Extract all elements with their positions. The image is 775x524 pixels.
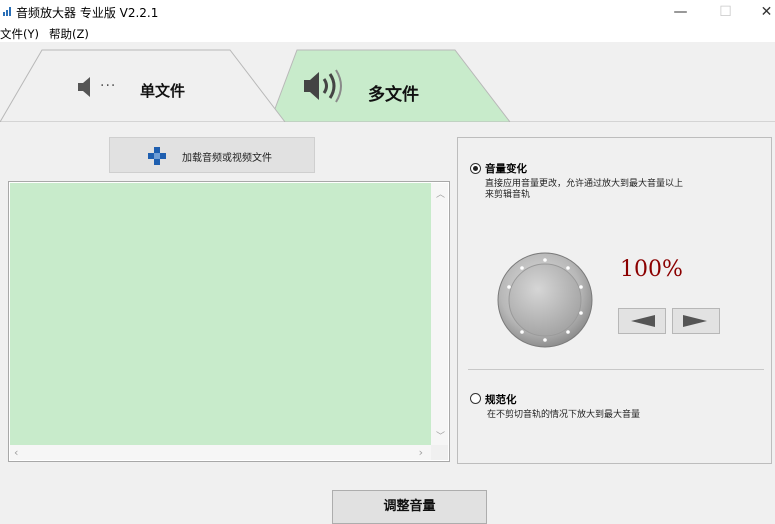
file-list[interactable]: ︿ ﹀ ‹ › <box>8 181 450 462</box>
vertical-scrollbar[interactable]: ︿ ﹀ <box>431 183 448 446</box>
horizontal-scrollbar[interactable]: ‹ › <box>10 445 431 460</box>
menu-bar: 文件(Y) 帮助(Z) <box>0 24 775 42</box>
adjust-volume-button[interactable]: 调整音量 <box>332 490 487 524</box>
window-title: 音频放大器 专业版 V2.2.1 <box>16 6 159 20</box>
normalize-desc: 在不剪切音轨的情况下放大到最大音量 <box>487 410 641 420</box>
volume-percent: 100% <box>620 257 683 282</box>
ellipsis-dots: ··· <box>100 78 117 94</box>
tab-multi-file[interactable]: 多文件 <box>368 80 419 105</box>
volume-change-desc-2: 来剪辑音轨 <box>485 190 531 200</box>
volume-change-title[interactable]: 音量变化 <box>485 161 527 176</box>
volume-increase-button[interactable] <box>672 308 720 334</box>
volume-change-radio[interactable] <box>470 163 481 174</box>
close-button[interactable]: ✕ <box>744 0 775 24</box>
tab-single-file[interactable]: 单文件 <box>140 80 185 101</box>
volume-decrease-button[interactable] <box>618 308 666 334</box>
menu-file[interactable]: 文件(Y) <box>0 26 39 42</box>
load-file-label: 加载音频或视频文件 <box>182 153 272 164</box>
volume-knob[interactable] <box>496 251 594 349</box>
scroll-corner <box>431 445 448 460</box>
speaker-loud-icon <box>304 69 342 103</box>
title-bar: 音频放大器 专业版 V2.2.1 — ☐ ✕ <box>0 0 775 24</box>
load-file-button[interactable]: 加载音频或视频文件 <box>109 137 315 173</box>
scroll-left-icon[interactable]: ‹ <box>14 446 18 459</box>
options-divider <box>468 369 764 370</box>
tab-strip: ··· 单文件 多文件 <box>0 42 775 124</box>
normalize-title[interactable]: 规范化 <box>485 392 517 407</box>
scroll-down-icon[interactable]: ﹀ <box>436 429 445 442</box>
maximize-button[interactable]: ☐ <box>703 0 748 24</box>
normalize-radio[interactable] <box>470 393 481 404</box>
scroll-up-icon[interactable]: ︿ <box>436 187 445 200</box>
app-icon <box>3 7 11 16</box>
volume-change-desc-1: 直接应用音量更改，允许通过放大到最大音量以上 <box>485 179 684 189</box>
speaker-low-icon <box>78 77 90 97</box>
arrow-right-icon <box>683 315 707 327</box>
menu-help[interactable]: 帮助(Z) <box>49 26 89 42</box>
file-list-area[interactable] <box>10 183 431 446</box>
plus-icon <box>148 147 166 165</box>
scroll-right-icon[interactable]: › <box>419 446 423 459</box>
minimize-button[interactable]: — <box>658 0 703 24</box>
options-panel: 音量变化 直接应用音量更改，允许通过放大到最大音量以上 来剪辑音轨 100% 规… <box>457 137 772 464</box>
arrow-left-icon <box>631 315 655 327</box>
